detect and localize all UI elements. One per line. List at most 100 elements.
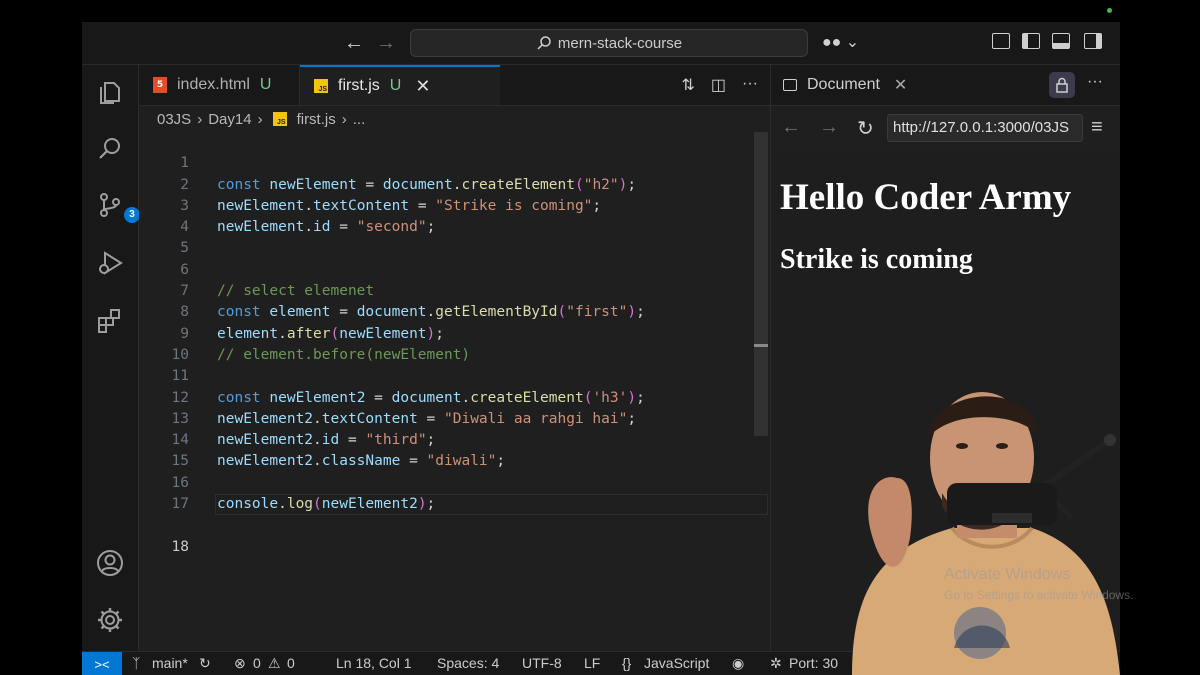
untracked-status: U [389,77,402,94]
tab-first-js[interactable]: JS first.js U ✕ [300,65,500,105]
warning-count[interactable]: 0 [287,655,295,671]
end-of-line[interactable]: LF [584,655,600,671]
close-icon[interactable]: ✕ [415,76,430,97]
code-line: 7 const element = document.getElementByI… [139,260,770,320]
browser-toolbar: ← → ↻ http://127.0.0.1:3000/03JS ≡ [771,106,1120,150]
code-line: 4 [139,196,770,235]
presenter-webcam-overlay [852,392,1120,675]
compare-changes-icon[interactable]: ⇅ [681,75,694,95]
url-input[interactable]: http://127.0.0.1:3000/03JS [887,114,1083,142]
source-control-icon [100,193,120,217]
tab-label: index.html [177,76,250,93]
error-count[interactable]: 0 [253,655,261,671]
page-heading-h2: Strike is coming [780,244,973,275]
customize-layout-icon[interactable] [992,33,1010,49]
current-code-line: 18 [139,494,770,555]
code-line: 5 [139,217,770,256]
browser-tab[interactable]: Document ✕ ··· [771,65,1120,106]
search-icon [537,36,551,50]
toggle-secondary-sidebar-icon[interactable] [1084,33,1102,49]
editor-actions: ⇅ ◫ ··· [681,75,758,95]
code-line: 9 // element.before(newElement) [139,302,770,363]
code-editor[interactable]: 1 const newElement = document.createElem… [139,132,770,651]
extensions-icon[interactable] [96,307,124,335]
breadcrumb: 03JS › Day14 › JS first.js › ... [139,106,770,132]
port-indicator[interactable]: Port: 30 [789,655,838,671]
toggle-primary-sidebar-icon[interactable] [1022,33,1040,49]
error-icon[interactable]: ⊗ [234,655,246,672]
current-line-highlight [215,494,768,516]
copilot-status-icon[interactable]: ◉ [732,655,744,672]
split-editor-icon[interactable]: ◫ [711,75,726,95]
warning-icon[interactable]: ⚠ [268,655,281,672]
browser-preview-icon [783,79,797,91]
editor-tab-bar: 5 index.html U JS first.js U ✕ ⇅ ◫ ··· [139,65,770,106]
page-heading-h1: Hello Coder Army [780,177,1072,218]
forward-arrow-icon[interactable]: → [819,116,839,139]
scrollbar-cursor-marker [754,344,768,347]
cursor-position[interactable]: Ln 18, Col 1 [336,655,412,671]
editor-scrollbar[interactable] [754,132,768,436]
sync-icon[interactable]: ↻ [199,655,211,672]
code-line: 10 [139,324,770,363]
language-mode[interactable]: JavaScript [644,655,709,671]
code-line: 3 newElement.id = "second"; [139,175,770,235]
chevron-right-icon: › [341,110,347,128]
code-line: 8 element.after(newElement); [139,281,770,341]
code-line: 12 newElement2.textContent = "Diwali aa … [139,366,770,427]
code-line: 6 // select elemenet [139,239,770,299]
code-line: 13 newElement2.id = "third"; [139,388,770,448]
javascript-icon: JS [314,79,328,93]
back-arrow-icon[interactable]: ← [781,116,801,139]
encoding[interactable]: UTF-8 [522,655,562,671]
tab-index-html[interactable]: 5 index.html U [139,65,300,105]
forward-arrow-icon[interactable]: → [376,32,396,54]
tab-label: first.js [338,77,380,94]
settings-gear-icon[interactable] [96,606,124,634]
lock-group-button[interactable] [1049,72,1075,98]
code-line: 15 [139,430,770,469]
javascript-icon: JS [272,112,287,126]
letterbox-left [0,0,82,675]
watermark-title: Activate Windows [944,566,1071,583]
braces-icon: {} [622,655,632,671]
explorer-icon[interactable] [96,79,124,107]
accounts-icon[interactable] [96,549,124,577]
breadcrumb-symbol[interactable]: ... [353,111,366,128]
source-control-badge: 3 [124,207,140,223]
more-actions-icon[interactable]: ··· [742,75,758,95]
reload-icon[interactable]: ↻ [857,116,874,141]
menu-icon[interactable]: ≡ [1091,116,1103,139]
activity-bar: 3 [82,65,140,651]
breadcrumb-file[interactable]: first.js [297,111,336,128]
copilot-icon[interactable]: ●● ⌄ [822,32,859,52]
source-control-item[interactable]: 3 [96,191,140,223]
run-debug-icon[interactable] [96,249,124,277]
broadcast-icon: ✲ [770,655,782,671]
html5-icon: 5 [153,77,167,93]
branch-name[interactable]: main* [152,655,188,671]
activate-windows-watermark: Activate Windows Go to Settings to activ… [944,566,1133,602]
breadcrumb-folder[interactable]: 03JS [157,111,191,128]
command-center-search[interactable]: mern-stack-course [410,29,808,57]
title-bar: ← → mern-stack-course ●● ⌄ [82,0,1120,65]
breadcrumb-folder[interactable]: Day14 [208,111,251,128]
toggle-panel-icon[interactable] [1052,33,1070,49]
close-icon[interactable]: ✕ [894,75,907,95]
workspace-name: mern-stack-course [557,34,683,52]
recording-indicator [1107,8,1112,13]
remote-indicator-button[interactable]: >< [82,652,122,675]
code-line: 17 [139,473,770,512]
branch-icon[interactable]: ᛉ [132,655,140,671]
indentation[interactable]: Spaces: 4 [437,655,499,671]
video-top-strip [82,0,1120,22]
chevron-right-icon: › [257,110,263,128]
code-line: 11 const newElement2 = document.createEl… [139,345,770,405]
code-line: 14 newElement2.className = "diwali"; [139,409,770,469]
back-arrow-icon[interactable]: ← [344,32,364,54]
more-actions-icon[interactable]: ··· [1087,73,1103,91]
chevron-right-icon: › [197,110,203,128]
lock-icon [1056,77,1068,93]
line-number: 18 [171,538,189,555]
search-icon[interactable] [96,135,124,163]
